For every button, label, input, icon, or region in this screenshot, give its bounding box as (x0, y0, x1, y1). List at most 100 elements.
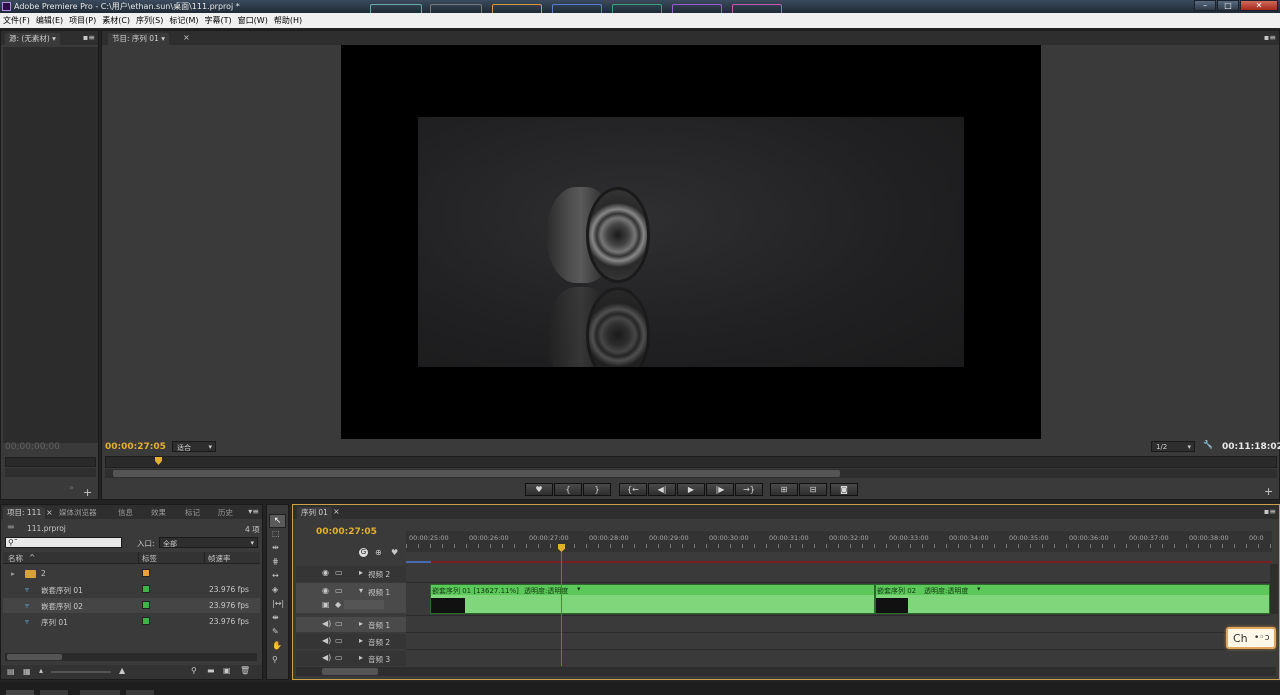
collapse-arrow-icon[interactable]: ▾ (359, 586, 363, 595)
label-swatch[interactable] (142, 601, 150, 609)
label-swatch[interactable] (142, 617, 150, 625)
expand-arrow-icon[interactable]: ▸ (359, 568, 363, 577)
program-zoom-bar[interactable] (105, 469, 1277, 478)
tab-source[interactable]: 源: (无素材) ▾ (5, 33, 60, 45)
panel-menu-icon[interactable]: ▪≡ (83, 33, 95, 42)
scroll-thumb[interactable] (322, 668, 378, 675)
selection-tool-icon[interactable]: ↖ (269, 514, 286, 528)
zoom-scroll-thumb[interactable] (113, 470, 840, 477)
eye-icon[interactable]: ◉ (322, 586, 329, 595)
menu-title[interactable]: 字幕(T) (205, 15, 232, 26)
rolling-edit-tool-icon[interactable]: ⋕ (272, 557, 279, 566)
icon-view-icon[interactable]: ▦ (23, 667, 31, 676)
timeline-v-scrollbar[interactable] (1270, 564, 1278, 614)
mark-in-button[interactable]: { (554, 483, 582, 496)
chevron-down-icon[interactable]: ▾ (577, 585, 581, 593)
tab-project[interactable]: 项目: 111 (3, 507, 46, 519)
minimize-button[interactable]: – (1194, 0, 1216, 11)
expand-icon[interactable]: » (69, 483, 74, 492)
lock-icon[interactable]: ▭ (335, 586, 343, 595)
new-item-icon[interactable]: ▣ (223, 666, 231, 675)
lock-icon[interactable]: ▭ (335, 636, 343, 645)
menu-clip[interactable]: 素材(C) (102, 15, 130, 26)
menu-marker[interactable]: 标记(M) (169, 15, 198, 26)
zoom-tool-icon[interactable]: ⚲ (272, 655, 278, 664)
keyframe-icon[interactable]: ◆ (335, 600, 341, 609)
close-button[interactable]: ✕ (1240, 0, 1278, 11)
ripple-edit-tool-icon[interactable]: ⇹ (272, 543, 279, 552)
tab-markers[interactable]: 标记 (181, 507, 204, 519)
menu-edit[interactable]: 编辑(E) (36, 15, 63, 26)
in-dropdown[interactable]: 全部 ▾ (159, 537, 258, 548)
source-zoom-bar[interactable] (5, 468, 96, 477)
fit-dropdown[interactable]: 适合 ▾ (172, 441, 216, 452)
lock-icon[interactable]: ▭ (335, 568, 343, 577)
wrench-icon[interactable]: 🔧 (1203, 440, 1213, 449)
tab-program[interactable]: 节目: 序列 01 ▾ (108, 33, 169, 45)
add-button-icon[interactable]: + (83, 486, 92, 499)
lock-icon[interactable]: ▭ (335, 653, 343, 662)
list-item[interactable]: ▸ 2 (3, 566, 260, 581)
program-scrub-bar[interactable] (105, 456, 1277, 468)
speaker-icon[interactable]: ◀) (322, 636, 331, 645)
close-icon[interactable]: × (183, 33, 190, 42)
new-bin-icon[interactable]: ▬ (207, 666, 215, 675)
slip-tool-icon[interactable]: |↔| (272, 599, 284, 608)
hand-tool-icon[interactable]: ✋ (272, 641, 282, 650)
play-button[interactable]: ▶ (677, 483, 705, 496)
find-icon[interactable]: ⚲ (191, 666, 197, 675)
speaker-icon[interactable]: ◀) (322, 653, 331, 662)
menu-window[interactable]: 窗口(W) (238, 15, 268, 26)
expand-arrow-icon[interactable]: ▸ (359, 619, 363, 628)
step-back-button[interactable]: ◀| (648, 483, 676, 496)
extract-button[interactable]: ⊟ (799, 483, 827, 496)
chevron-down-icon[interactable]: ▾ (161, 34, 165, 43)
panel-menu-icon[interactable]: ▪≡ (1264, 33, 1276, 42)
chevron-down-icon[interactable]: ▾ (52, 34, 56, 43)
tab-effects[interactable]: 效果 (147, 507, 170, 519)
tab-sequence[interactable]: 序列 01 (297, 507, 332, 519)
source-scrub-bar[interactable] (5, 457, 96, 467)
display-style-icon[interactable]: ▣ (322, 600, 330, 609)
timeline-clip[interactable]: 嵌套序列 02 透明度:透明度 ▾ (875, 584, 1270, 614)
timeline-h-scrollbar[interactable] (296, 667, 1276, 676)
zoom-out-icon[interactable]: ▴ (39, 666, 43, 675)
menu-help[interactable]: 帮助(H) (274, 15, 302, 26)
program-viewer[interactable] (341, 45, 1041, 439)
search-input[interactable]: ⚲˜ (5, 537, 122, 548)
sort-ascending-icon[interactable]: ^ (29, 553, 35, 562)
trash-icon[interactable]: 🗑 (240, 666, 250, 675)
tab-history[interactable]: 历史 (214, 507, 237, 519)
maximize-button[interactable]: □ (1217, 0, 1239, 11)
panel-menu-icon[interactable]: ▪≡ (1264, 507, 1276, 516)
work-area-bar[interactable] (406, 552, 1272, 561)
expand-arrow-icon[interactable]: ▸ (11, 569, 15, 578)
header-fps[interactable]: 帧速率 (208, 553, 231, 564)
razor-tool-icon[interactable]: ◈ (272, 585, 278, 594)
rate-stretch-tool-icon[interactable]: ↔ (272, 571, 279, 580)
mark-out-button[interactable]: } (583, 483, 611, 496)
label-swatch[interactable] (142, 585, 150, 593)
timeline-clip[interactable]: 嵌套序列 01 [13627.11%] 透明度:透明度 ▾ (430, 584, 875, 614)
ime-indicator[interactable]: Ch •◦ↄ (1226, 627, 1276, 649)
slide-tool-icon[interactable]: ⇼ (272, 613, 279, 622)
step-forward-button[interactable]: |▶ (706, 483, 734, 496)
list-view-icon[interactable]: ▤ (7, 667, 15, 676)
snap-icon[interactable]: G (359, 548, 368, 557)
expand-arrow-icon[interactable]: ▸ (359, 653, 363, 662)
menu-project[interactable]: 项目(P) (69, 15, 96, 26)
link-icon[interactable]: ⊕ (375, 548, 382, 557)
export-frame-button[interactable]: ◙ (830, 483, 858, 496)
pen-tool-icon[interactable]: ✎ (272, 627, 279, 636)
project-h-scrollbar[interactable] (5, 653, 257, 661)
zoom-in-icon[interactable]: ▲ (119, 666, 125, 675)
timeline-timecode[interactable]: 00:00:27:05 (316, 527, 377, 537)
playhead-icon[interactable] (155, 457, 162, 465)
program-timecode[interactable]: 00:00:27:05 (105, 442, 166, 452)
tab-media-browser[interactable]: 媒体浏览器 (55, 507, 101, 519)
label-swatch[interactable] (142, 569, 150, 577)
expand-arrow-icon[interactable]: ▸ (359, 636, 363, 645)
track-select-tool-icon[interactable]: ⬚ (272, 529, 280, 538)
list-item[interactable]: ⫧ 序列 01 23.976 fps (3, 614, 260, 629)
close-icon[interactable]: × (333, 507, 340, 516)
